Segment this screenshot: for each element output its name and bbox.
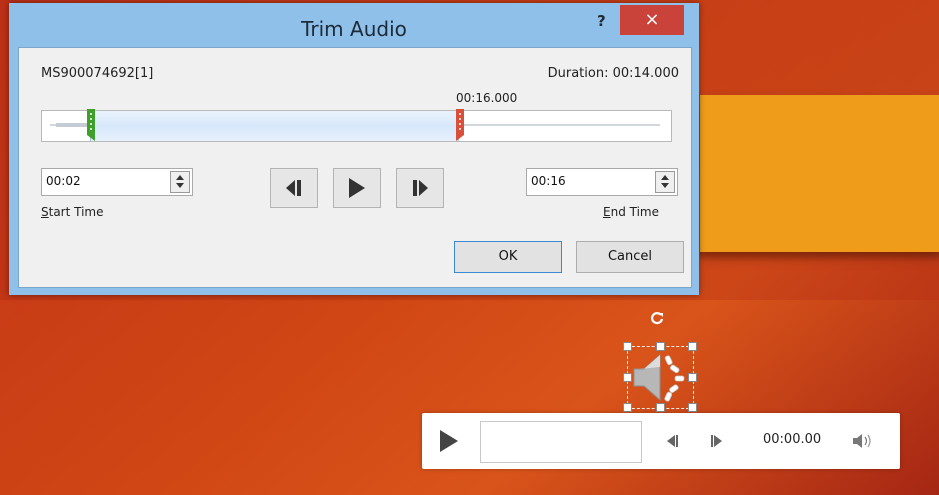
- play-icon: [349, 178, 365, 198]
- cancel-button[interactable]: Cancel: [576, 241, 684, 273]
- duration-label: Duration: 00:14.000: [547, 66, 679, 81]
- audio-playback-bar: 00:00.00: [422, 413, 900, 469]
- end-marker-time: 00:16.000: [456, 91, 518, 105]
- help-button[interactable]: ?: [597, 12, 606, 30]
- ok-button[interactable]: OK: [454, 241, 562, 273]
- volume-icon[interactable]: [852, 433, 874, 449]
- resize-handle[interactable]: [623, 342, 632, 351]
- start-time-stepper[interactable]: [170, 171, 190, 193]
- banner-shadow: [700, 252, 939, 262]
- dialog-client-area: MS900074692[1] Duration: 00:14.000 00:16…: [18, 47, 692, 288]
- speaker-icon: [633, 353, 685, 402]
- next-frame-button[interactable]: [396, 168, 444, 208]
- dialog-title: Trim Audio: [301, 17, 407, 41]
- audio-progress-track[interactable]: [480, 421, 642, 463]
- end-time-label: End Time: [603, 205, 659, 219]
- spin-down-icon[interactable]: [661, 183, 669, 188]
- forward-icon[interactable]: [710, 434, 724, 448]
- trim-audio-dialog: Trim Audio ? × MS900074692[1] Duration: …: [9, 3, 699, 295]
- end-time-spinner[interactable]: 00:16: [526, 168, 678, 196]
- resize-handle[interactable]: [656, 403, 665, 412]
- resize-handle[interactable]: [688, 373, 697, 382]
- resize-handle[interactable]: [688, 403, 697, 412]
- play-icon[interactable]: [438, 429, 460, 453]
- audio-time-readout: 00:00.00: [763, 432, 822, 447]
- start-time-spinner[interactable]: 00:02: [41, 168, 193, 196]
- spin-down-icon[interactable]: [176, 183, 184, 188]
- end-marker-handle[interactable]: [456, 109, 464, 141]
- resize-handle[interactable]: [623, 403, 632, 412]
- rotate-handle-icon[interactable]: [649, 310, 665, 326]
- end-time-input[interactable]: 00:16: [531, 174, 566, 188]
- play-button[interactable]: [333, 168, 381, 208]
- audio-object-selection[interactable]: [627, 346, 694, 409]
- resize-handle[interactable]: [688, 342, 697, 351]
- start-time-label: Start Time: [41, 205, 104, 219]
- previous-frame-button[interactable]: [270, 168, 318, 208]
- start-marker-handle[interactable]: [87, 109, 95, 141]
- audio-filename: MS900074692[1]: [41, 66, 154, 81]
- spin-up-icon[interactable]: [661, 175, 669, 180]
- trim-selection-region[interactable]: [90, 111, 459, 141]
- start-time-input[interactable]: 00:02: [46, 174, 81, 188]
- close-button[interactable]: ×: [620, 5, 684, 35]
- previous-frame-icon: [286, 180, 301, 196]
- back-icon[interactable]: [665, 434, 679, 448]
- end-time-stepper[interactable]: [655, 171, 675, 193]
- resize-handle[interactable]: [623, 373, 632, 382]
- orange-banner-shape[interactable]: [700, 95, 939, 252]
- resize-handle[interactable]: [656, 342, 665, 351]
- waveform-track[interactable]: [41, 109, 672, 142]
- spin-up-icon[interactable]: [176, 175, 184, 180]
- next-frame-icon: [413, 180, 428, 196]
